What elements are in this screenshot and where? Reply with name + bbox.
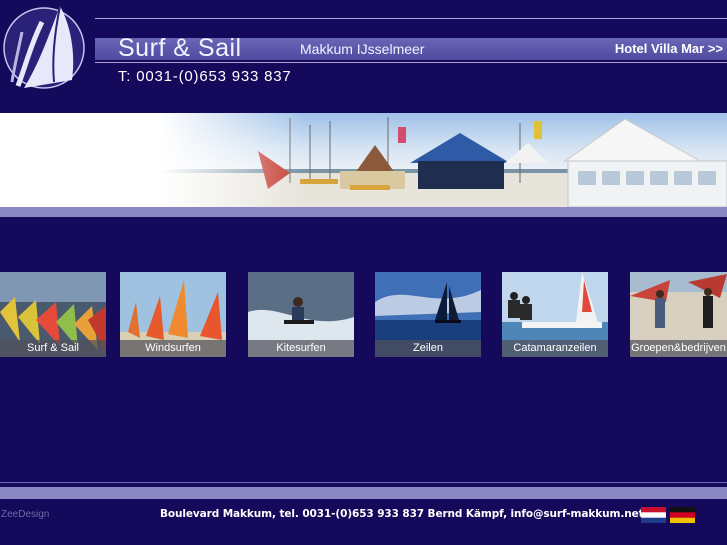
phone-number: T: 0031-(0)653 933 837 xyxy=(118,68,292,85)
tile-zeilen[interactable]: Zeilen xyxy=(375,272,481,357)
site-subtitle: Makkum IJsselmeer xyxy=(300,41,425,57)
footer-divider-bar xyxy=(0,487,727,499)
banner-divider-bar xyxy=(0,207,727,217)
design-credit-link[interactable]: ZeeDesign xyxy=(1,509,49,520)
tile-label: Surf & Sail xyxy=(0,340,106,357)
tile-label: Kitesurfen xyxy=(248,340,354,357)
footer-line xyxy=(0,482,727,483)
tile-windsurfen[interactable]: Windsurfen xyxy=(120,272,226,357)
sailboat-logo-icon xyxy=(3,5,85,89)
dutch-flag-icon[interactable] xyxy=(641,507,666,523)
tile-label: Catamaranzeilen xyxy=(502,340,608,357)
tile-kitesurfen[interactable]: Kitesurfen xyxy=(248,272,354,357)
tile-surf-sail[interactable]: Surf & Sail xyxy=(0,272,106,357)
header-line-bottom xyxy=(95,62,727,63)
activity-tiles: Surf & Sail Windsurfen Kitesurfen Zeilen xyxy=(0,272,727,358)
footer-contact-text: Boulevard Makkum, tel. 0031-(0)653 933 8… xyxy=(160,508,644,520)
site-title: Surf & Sail xyxy=(118,34,242,62)
beach-banner-image xyxy=(0,113,727,208)
tile-label: Zeilen xyxy=(375,340,481,357)
hotel-villa-mar-link[interactable]: Hotel Villa Mar >> xyxy=(615,40,723,58)
german-flag-icon[interactable] xyxy=(670,507,695,523)
tile-label: Windsurfen xyxy=(120,340,226,357)
tile-catamaranzeilen[interactable]: Catamaranzeilen xyxy=(502,272,608,357)
header-line-top xyxy=(95,18,727,19)
tile-label: Groepen&bedrijven xyxy=(630,340,727,357)
tile-groepen-bedrijven[interactable]: Groepen&bedrijven xyxy=(630,272,727,357)
